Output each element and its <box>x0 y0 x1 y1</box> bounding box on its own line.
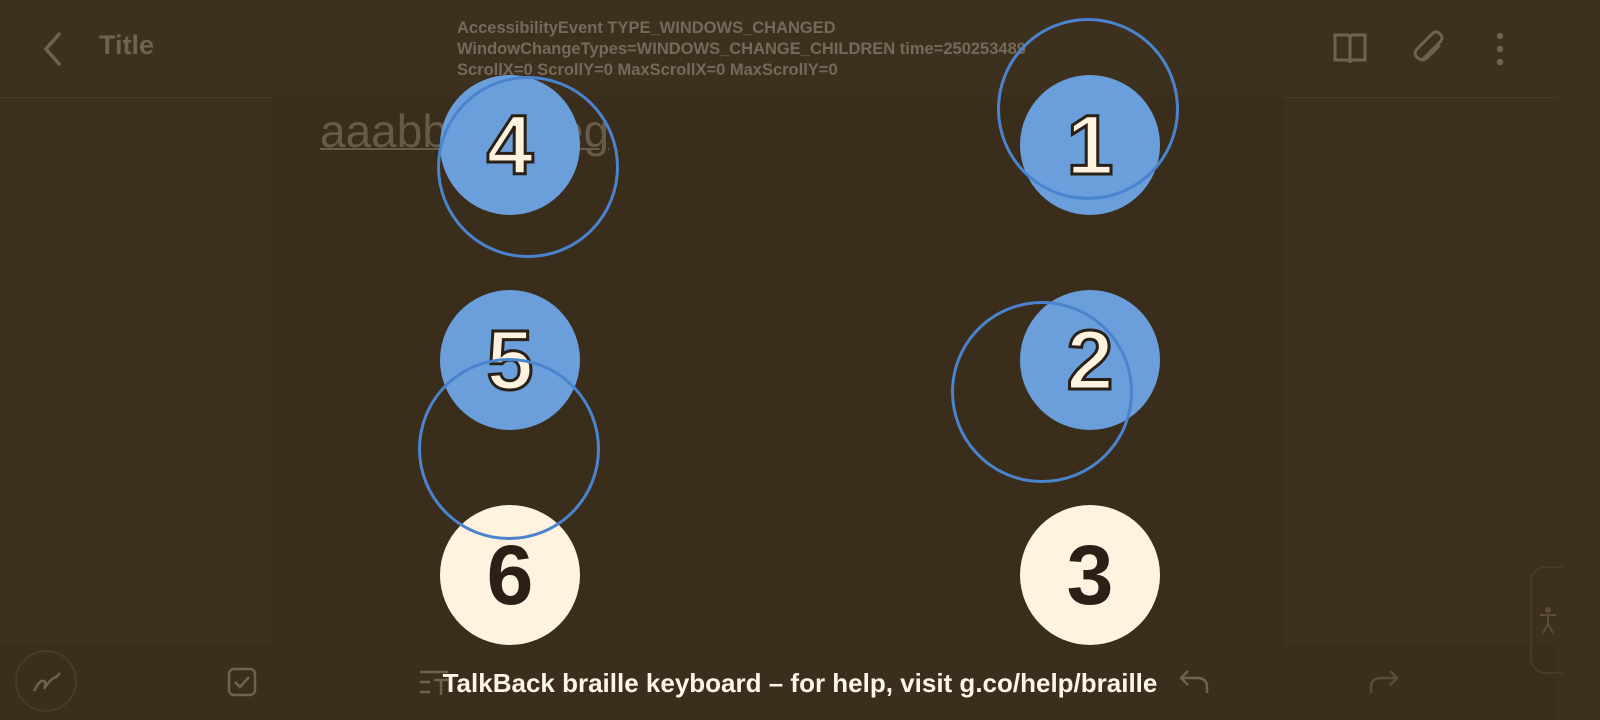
paperclip-icon[interactable] <box>1412 30 1448 66</box>
book-icon[interactable] <box>1332 31 1368 65</box>
touch-ring <box>437 76 619 258</box>
accessibility-handle[interactable] <box>1530 566 1562 674</box>
braille-dot-3[interactable]: 3 <box>1020 505 1160 645</box>
accessibility-event-debug-text: AccessibilityEvent TYPE_WINDOWS_CHANGED … <box>457 19 1026 79</box>
braille-keyboard-banner: TalkBack braille keyboard – for help, vi… <box>442 668 1158 698</box>
dot-label: 3 <box>1066 527 1114 622</box>
touch-ring <box>997 18 1179 200</box>
accessibility-icon <box>1540 607 1556 634</box>
back-arrow-icon[interactable] <box>40 30 68 68</box>
more-vert-icon[interactable] <box>1494 32 1506 66</box>
note-title[interactable]: Title <box>99 30 154 61</box>
touch-ring <box>951 301 1133 483</box>
dot-label: 6 <box>486 527 534 622</box>
touch-ring <box>418 358 600 540</box>
